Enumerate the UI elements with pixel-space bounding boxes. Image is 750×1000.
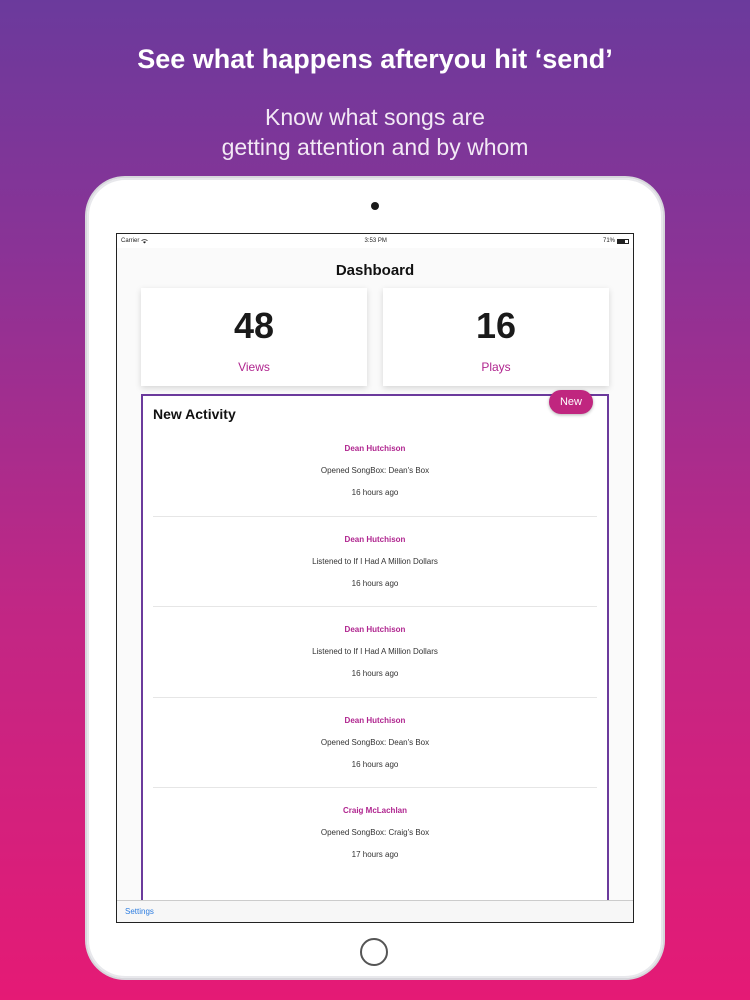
- camera-icon: [371, 202, 379, 210]
- activity-user: Dean Hutchison: [344, 715, 406, 725]
- views-card[interactable]: 48 Views: [141, 288, 367, 386]
- carrier-label: Carrier: [121, 238, 140, 244]
- status-time: 3:53 PM: [364, 238, 387, 244]
- list-item[interactable]: Dean Hutchison Listened to If I Had A Mi…: [153, 517, 597, 607]
- plays-label: Plays: [481, 360, 511, 374]
- plays-card[interactable]: 16 Plays: [383, 288, 609, 386]
- activity-time: 16 hours ago: [351, 669, 399, 678]
- activity-action: Listened to If I Had A Million Dollars: [312, 556, 438, 566]
- activity-time: 16 hours ago: [351, 759, 399, 769]
- activity-time: 17 hours ago: [351, 850, 399, 859]
- tab-bar: Settings: [117, 900, 633, 922]
- activity-time: 16 hours ago: [351, 578, 399, 588]
- activity-user: Dean Hutchison: [344, 625, 406, 634]
- app-screen: Carrier 3:53 PM 71% Dashboard 48 Views 1…: [116, 233, 634, 923]
- views-label: Views: [238, 360, 270, 374]
- wifi-icon: [141, 238, 149, 243]
- status-bar: Carrier 3:53 PM 71%: [117, 234, 633, 248]
- activity-user: Dean Hutchison: [344, 534, 406, 544]
- battery-percent: 71%: [602, 238, 615, 244]
- activity-panel: New New Activity Dean Hutchison Opened S…: [141, 390, 609, 914]
- home-button[interactable]: [360, 938, 388, 966]
- activity-time: 16 hours ago: [351, 488, 399, 497]
- stats-row: 48 Views 16 Plays: [117, 288, 633, 386]
- list-item[interactable]: Craig McLachlan Opened SongBox: Craig's …: [153, 788, 597, 879]
- activity-user: Craig McLachlan: [342, 806, 407, 815]
- headline: See what happens afteryou hit ‘send’: [137, 44, 613, 74]
- activity-action: Opened SongBox: Craig's Box: [320, 828, 430, 837]
- list-item[interactable]: Dean Hutchison Listened to If I Had A Mi…: [153, 607, 597, 698]
- new-badge: New: [549, 390, 593, 414]
- activity-user: Dean Hutchison: [344, 444, 406, 453]
- plays-count: 16: [475, 305, 517, 346]
- subline-line-2: getting attention and by whom: [221, 134, 529, 160]
- battery-icon: [617, 238, 629, 244]
- list-item[interactable]: Dean Hutchison Opened SongBox: Dean's Bo…: [153, 698, 597, 788]
- activity-action: Opened SongBox: Dean's Box: [320, 466, 430, 475]
- activity-action: Listened to If I Had A Million Dollars: [312, 647, 438, 656]
- activity-title: New Activity: [153, 406, 236, 422]
- page-title: Dashboard: [335, 262, 415, 279]
- list-item[interactable]: Dean Hutchison Opened SongBox: Dean's Bo…: [153, 426, 597, 517]
- views-count: 48: [233, 305, 275, 346]
- settings-link[interactable]: Settings: [125, 907, 154, 916]
- subline-line-1: Know what songs are: [265, 104, 485, 130]
- activity-action: Opened SongBox: Dean's Box: [320, 737, 430, 747]
- ipad-frame: Carrier 3:53 PM 71% Dashboard 48 Views 1…: [87, 178, 663, 978]
- subline: Know what songs are getting attention an…: [0, 102, 750, 162]
